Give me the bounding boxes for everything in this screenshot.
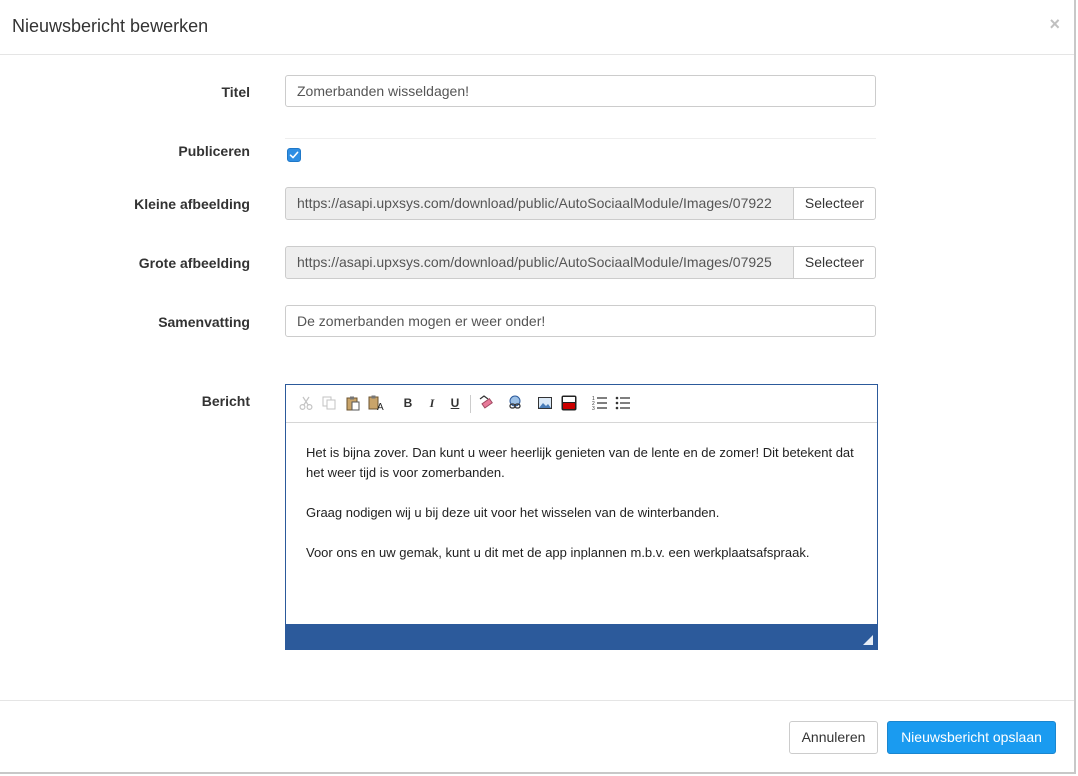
underline-button[interactable]: U [446,394,464,412]
rich-text-editor: A B I U 123 Het is bijna zover. Dan kunt… [285,384,878,650]
titel-label: Titel [221,84,250,100]
grote-afbeelding-input[interactable]: https://asapi.upxsys.com/download/public… [285,246,794,279]
grote-afbeelding-label: Grote afbeelding [138,255,250,271]
grote-afbeelding-select-button[interactable]: Selecteer [793,246,876,279]
editor-paragraph: Graag nodigen wij u bij deze uit voor he… [306,505,720,520]
editor-paragraph: Voor ons en uw gemak, kunt u dit met de … [306,545,810,560]
link-icon[interactable] [506,394,524,412]
samenvatting-label: Samenvatting [158,314,250,330]
editor-paragraph: Het is bijna zover. Dan kunt u weer heer… [306,445,854,480]
editor-toolbar: A B I U 123 [286,385,877,423]
modal-footer: Annuleren Nieuwsbericht opslaan [0,700,1074,773]
numbered-list-icon[interactable]: 123 [591,394,609,412]
bullet-list-icon[interactable] [614,394,632,412]
publiceren-label: Publiceren [178,143,250,159]
paste-icon[interactable] [344,394,362,412]
modal-title: Nieuwsbericht bewerken [12,16,209,36]
italic-button[interactable]: I [423,394,441,412]
bold-button[interactable]: B [399,394,417,412]
kleine-afbeelding-select-button[interactable]: Selecteer [793,187,876,220]
samenvatting-input[interactable]: De zomerbanden mogen er weer onder! [285,305,876,337]
titel-input[interactable]: Zomerbanden wisseldagen! [285,75,876,107]
resize-handle-icon[interactable] [863,635,873,645]
editor-statusbar [286,624,877,649]
close-icon[interactable]: × [1049,14,1060,34]
edit-news-modal: Nieuwsbericht bewerken × Titel Zomerband… [0,0,1076,774]
bericht-label: Bericht [201,393,250,409]
save-news-button[interactable]: Nieuwsbericht opslaan [887,721,1056,754]
copy-icon[interactable] [320,394,338,412]
kleine-afbeelding-label: Kleine afbeelding [134,196,250,212]
checkmark-icon [289,151,299,159]
paste-text-icon[interactable]: A [368,394,386,412]
toolbar-separator [470,395,471,413]
publiceren-checkbox[interactable] [287,148,301,162]
editor-content[interactable]: Het is bijna zover. Dan kunt u weer heer… [306,443,861,583]
svg-text:A: A [377,402,384,412]
image-icon[interactable] [536,394,554,412]
form-divider [285,138,876,139]
youtube-icon[interactable] [560,394,578,412]
modal-header: Nieuwsbericht bewerken × [0,0,1074,55]
svg-text:3: 3 [592,406,595,411]
remove-format-icon[interactable] [477,394,495,412]
cut-icon[interactable] [297,394,315,412]
cancel-button[interactable]: Annuleren [789,721,878,754]
kleine-afbeelding-input[interactable]: https://asapi.upxsys.com/download/public… [285,187,794,220]
